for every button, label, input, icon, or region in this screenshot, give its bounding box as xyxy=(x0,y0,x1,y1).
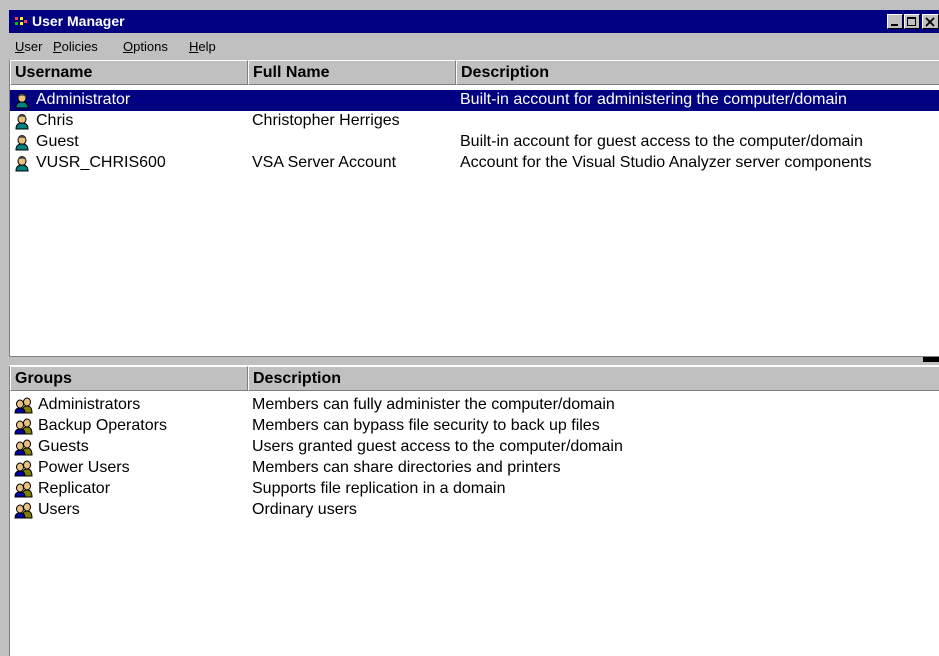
group-icon xyxy=(14,481,33,498)
group-name: Users xyxy=(38,501,80,518)
splitter-handle[interactable] xyxy=(923,357,939,362)
group-name: Guests xyxy=(38,438,89,455)
column-groups[interactable]: Groups xyxy=(10,366,248,391)
user-manager-window: User Manager User Policies Options Help … xyxy=(0,0,939,656)
description: Built-in account for administering the c… xyxy=(460,91,847,108)
minimize-icon xyxy=(891,24,898,26)
user-icon xyxy=(15,114,29,130)
group-icon xyxy=(14,418,33,435)
username: Guest xyxy=(36,133,79,150)
menu-bar: User Policies Options Help xyxy=(9,34,939,58)
groups-list[interactable]: Groups Description Administrators Member… xyxy=(9,366,939,656)
group-name: Replicator xyxy=(38,480,111,497)
user-icon xyxy=(15,156,29,172)
column-description[interactable]: Description xyxy=(456,60,939,85)
group-row-users[interactable]: Users Ordinary users xyxy=(10,500,939,521)
maximize-button[interactable] xyxy=(904,14,920,29)
group-icon xyxy=(14,460,33,477)
group-row-power-users[interactable]: Power Users Members can share directorie… xyxy=(10,458,939,479)
group-description: Supports file replication in a domain xyxy=(252,480,506,497)
group-name: Power Users xyxy=(38,459,130,476)
group-description: Members can bypass file security to back… xyxy=(252,417,600,434)
group-name: Administrators xyxy=(38,396,141,413)
group-description: Users granted guest access to the comput… xyxy=(252,438,623,455)
groups-header: Groups Description xyxy=(10,366,939,391)
user-row-administrator[interactable]: Administrator Built-in account for admin… xyxy=(10,90,939,111)
group-icon xyxy=(14,502,33,519)
users-list[interactable]: Username Full Name Description Administr… xyxy=(9,60,939,356)
window-title: User Manager xyxy=(32,13,125,29)
menu-help[interactable]: Help xyxy=(189,39,216,54)
group-row-backup-operators[interactable]: Backup Operators Members can bypass file… xyxy=(10,416,939,437)
user-row-guest[interactable]: Guest Built-in account for guest access … xyxy=(10,132,939,153)
column-group-description[interactable]: Description xyxy=(248,366,939,391)
menu-options[interactable]: Options xyxy=(123,39,168,54)
username: VUSR_CHRIS600 xyxy=(36,154,166,171)
user-icon xyxy=(15,93,29,109)
group-description: Ordinary users xyxy=(252,501,357,518)
description: Account for the Visual Studio Analyzer s… xyxy=(460,154,872,171)
username: Chris xyxy=(36,112,74,129)
group-row-guests[interactable]: Guests Users granted guest access to the… xyxy=(10,437,939,458)
group-row-administrators[interactable]: Administrators Members can fully adminis… xyxy=(10,395,939,416)
close-button[interactable] xyxy=(922,14,939,29)
group-name: Backup Operators xyxy=(38,417,167,434)
group-icon xyxy=(14,397,33,414)
column-full-name[interactable]: Full Name xyxy=(248,60,456,85)
menu-policies[interactable]: Policies xyxy=(53,39,98,54)
group-icon xyxy=(14,439,33,456)
group-row-replicator[interactable]: Replicator Supports file replication in … xyxy=(10,479,939,500)
user-row-vusr-chris600[interactable]: VUSR_CHRIS600 VSA Server Account Account… xyxy=(10,153,939,174)
app-icon[interactable] xyxy=(14,15,28,29)
user-icon xyxy=(15,135,29,151)
group-description: Members can fully administer the compute… xyxy=(252,396,615,413)
user-row-chris[interactable]: Chris Christopher Herriges xyxy=(10,111,939,132)
pane-splitter[interactable] xyxy=(9,356,939,366)
column-username[interactable]: Username xyxy=(10,60,248,85)
username: Administrator xyxy=(36,91,131,108)
title-bar[interactable]: User Manager xyxy=(9,10,939,33)
menu-user[interactable]: User xyxy=(15,39,42,54)
full-name: VSA Server Account xyxy=(252,154,397,171)
maximize-icon xyxy=(907,17,916,26)
close-icon xyxy=(925,17,935,27)
full-name: Christopher Herriges xyxy=(252,112,400,129)
users-header: Username Full Name Description xyxy=(10,60,939,85)
minimize-button[interactable] xyxy=(887,14,903,29)
description: Built-in account for guest access to the… xyxy=(460,133,863,150)
group-description: Members can share directories and printe… xyxy=(252,459,561,476)
